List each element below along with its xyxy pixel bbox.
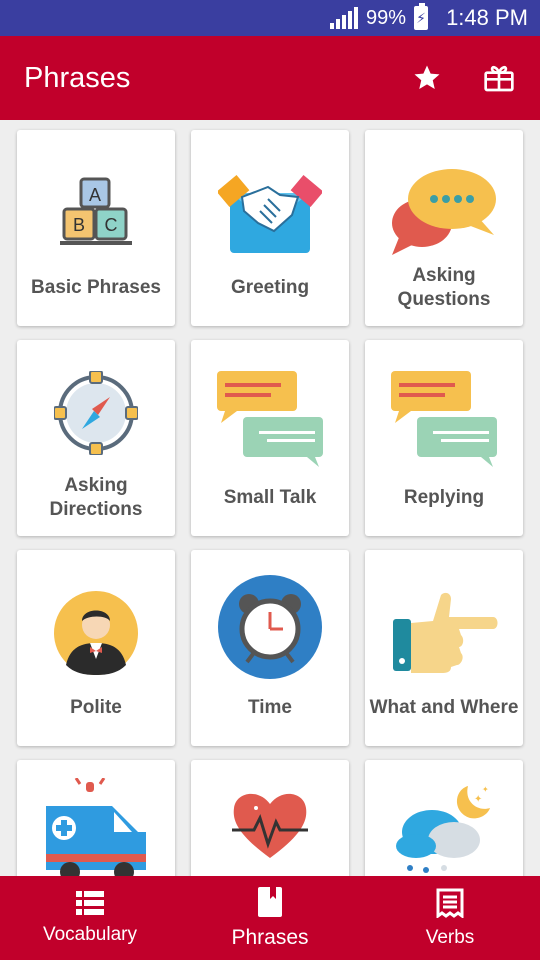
bottom-navigation: Vocabulary Phrases Verbs: [0, 876, 540, 960]
book-icon: [258, 886, 282, 922]
nav-label: Phrases: [231, 925, 309, 949]
svg-text:B: B: [73, 215, 85, 235]
battery-icon: [414, 3, 429, 30]
category-label: Replying: [403, 487, 485, 508]
handshake-icon: [191, 158, 349, 268]
category-card-time[interactable]: Time: [191, 550, 349, 746]
category-label: Asking Questions: [397, 265, 491, 310]
weather-night-icon: ✦ ✦: [365, 782, 523, 876]
category-card-what-and-where[interactable]: What and Where: [365, 550, 523, 746]
category-label: Basic Phrases: [31, 277, 161, 298]
app-bar: Phrases: [0, 36, 540, 120]
ambulance-icon: [17, 778, 175, 876]
category-card-replying[interactable]: Replying: [365, 340, 523, 536]
nav-tab-phrases[interactable]: Phrases: [180, 876, 360, 960]
category-card-basic-phrases[interactable]: A B C Basic Phrases: [17, 130, 175, 326]
svg-text:✦: ✦: [474, 794, 482, 805]
svg-text:A: A: [89, 185, 101, 205]
heartbeat-icon: [191, 788, 349, 876]
alarm-clock-icon: [191, 572, 349, 682]
category-card-small-talk[interactable]: Small Talk: [191, 340, 349, 536]
category-label: Time: [247, 697, 292, 718]
category-label: Small Talk: [223, 487, 317, 508]
compass-icon: [17, 358, 175, 468]
battery-percentage: 99%: [366, 6, 407, 29]
category-card-asking-questions[interactable]: Asking Questions: [365, 130, 523, 326]
category-card-greeting[interactable]: Greeting: [191, 130, 349, 326]
category-label: Greeting: [230, 277, 310, 298]
gift-icon[interactable]: [482, 61, 516, 95]
signal-icon: [330, 7, 359, 29]
speech-bubbles-icon: [365, 158, 523, 268]
category-label: Polite: [70, 697, 122, 718]
category-card-polite[interactable]: Polite: [17, 550, 175, 746]
chat-messages-icon: [191, 362, 349, 472]
page-title: Phrases: [24, 61, 131, 94]
nav-label: Vocabulary: [42, 923, 137, 945]
pointing-hand-icon: [365, 578, 523, 688]
svg-text:C: C: [105, 215, 118, 235]
chat-messages-icon: [365, 362, 523, 472]
category-label: What and Where: [369, 697, 519, 718]
category-card-emergency[interactable]: [17, 760, 175, 876]
nav-tab-vocabulary[interactable]: Vocabulary: [0, 876, 180, 960]
star-icon[interactable]: [410, 61, 444, 95]
receipt-icon: [436, 888, 464, 923]
category-card-weather[interactable]: ✦ ✦: [365, 760, 523, 876]
nav-label: Verbs: [425, 926, 475, 948]
clock: 1:48 PM: [446, 5, 528, 30]
category-card-asking-directions[interactable]: Asking Directions: [17, 340, 175, 536]
nav-tab-verbs[interactable]: Verbs: [360, 876, 540, 960]
list-icon: [76, 890, 104, 920]
category-grid: A B C Basic Phrases Greeting Asking Ques…: [0, 120, 540, 876]
svg-text:✦: ✦: [482, 785, 489, 794]
status-bar: 99% 1:48 PM: [0, 0, 540, 36]
abc-blocks-icon: A B C: [17, 158, 175, 268]
category-label: Asking Directions: [49, 475, 143, 520]
gentleman-avatar-icon: [17, 578, 175, 688]
category-card-health[interactable]: [191, 760, 349, 876]
